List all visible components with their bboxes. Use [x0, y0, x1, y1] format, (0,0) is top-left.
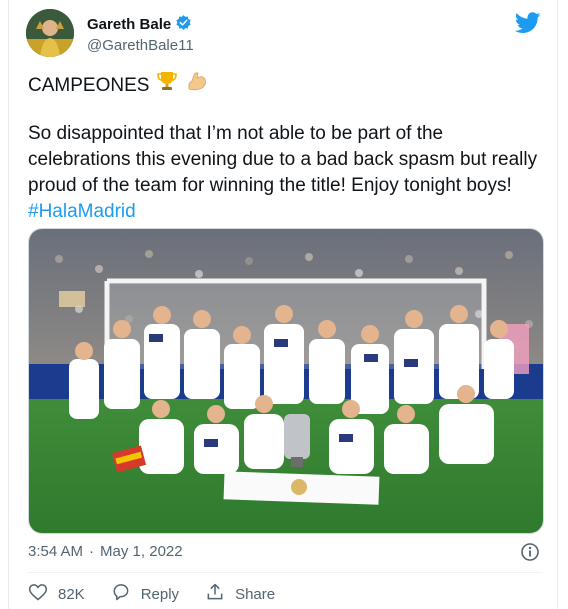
reply-button[interactable]: Reply: [111, 582, 179, 606]
twitter-bird-icon[interactable]: [514, 12, 541, 39]
user-name-text: Gareth Bale: [87, 16, 172, 33]
trophy-emoji: [155, 69, 179, 102]
tweet-photo[interactable]: [28, 228, 544, 534]
tweet-actions: 82K Reply Share: [28, 582, 301, 606]
reply-icon: [111, 582, 131, 606]
flexed-biceps-emoji: [185, 69, 209, 102]
like-count: 82K: [58, 585, 85, 603]
tweet-meta: 3:54 AM · May 1, 2022: [28, 543, 183, 560]
share-button[interactable]: Share: [205, 582, 275, 606]
tweet-time[interactable]: 3:54 AM: [28, 543, 83, 560]
heart-icon: [28, 582, 48, 606]
share-label: Share: [235, 585, 276, 603]
tweet-body: So disappointed that I’m not able to be …: [28, 121, 540, 225]
user-handle[interactable]: @GarethBale11: [87, 37, 194, 54]
headline-text: CAMPEONES: [28, 74, 150, 96]
info-icon[interactable]: [520, 542, 540, 567]
tweet-headline: CAMPEONES: [28, 69, 209, 102]
meta-separator: ·: [89, 543, 95, 560]
share-icon: [205, 582, 225, 606]
reply-label: Reply: [140, 585, 180, 603]
user-name[interactable]: Gareth Bale: [87, 14, 192, 35]
like-button[interactable]: 82K: [28, 582, 85, 606]
tweet-date[interactable]: May 1, 2022: [100, 543, 183, 560]
avatar[interactable]: [26, 9, 74, 57]
hashtag-link[interactable]: #HalaMadrid: [28, 201, 136, 222]
tweet-card: Gareth Bale @GarethBale11 CAMPEONES So d…: [8, 0, 558, 609]
tweet-text: So disappointed that I’m not able to be …: [28, 123, 538, 196]
divider: [28, 572, 541, 573]
verified-badge-icon: [175, 14, 192, 35]
